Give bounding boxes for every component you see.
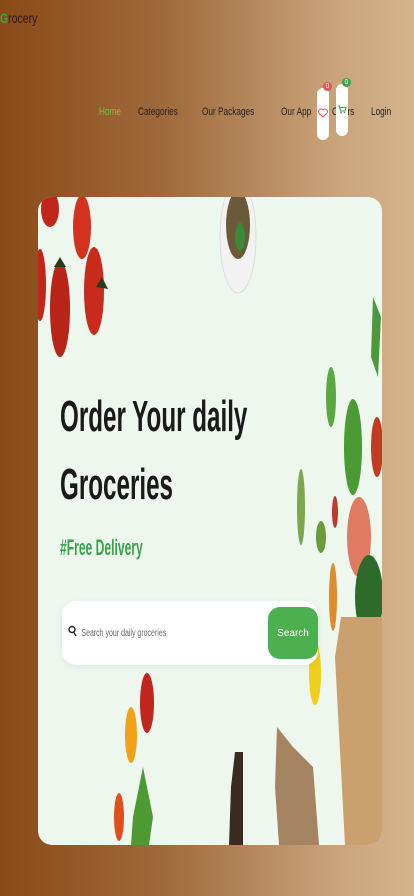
wishlist-badge: 0 <box>323 82 332 91</box>
produce-bottom-image <box>114 673 319 845</box>
search-bar: Search <box>62 601 318 665</box>
search-button[interactable]: Search <box>268 607 318 659</box>
nav-item-login[interactable]: Login <box>371 106 391 118</box>
search-icon <box>68 625 77 637</box>
main-nav: Home Categories Our Packages Our App Off… <box>99 106 408 118</box>
nav-item-our-packages[interactable]: Our Packages <box>202 106 254 118</box>
tomatoes-image <box>38 197 108 357</box>
hero-tagline: #Free Delivery <box>60 535 143 560</box>
cart-button[interactable]: 0 <box>336 78 351 136</box>
heart-icon <box>318 108 328 118</box>
brand-initial: G <box>0 10 9 26</box>
hero-title-line-1: Order Your daily <box>60 392 248 441</box>
cart-badge: 0 <box>342 78 351 87</box>
brand-name: rocery <box>8 10 38 26</box>
nav-item-our-app[interactable]: Our App <box>281 106 311 118</box>
hero-title: Order Your daily Groceries <box>60 383 247 519</box>
cart-icon <box>338 105 347 114</box>
search-input[interactable] <box>80 627 202 640</box>
nav-item-home[interactable]: Home <box>99 106 121 118</box>
brand-logo[interactable]: Grocery <box>0 10 37 26</box>
nav-item-categories[interactable]: Categories <box>138 106 178 118</box>
hero-card: Order Your daily Groceries #Free Deliver… <box>38 197 382 845</box>
salad-bowl-image <box>219 197 257 294</box>
wishlist-button[interactable]: 0 <box>317 82 332 140</box>
hero-title-line-2: Groceries <box>60 460 174 509</box>
